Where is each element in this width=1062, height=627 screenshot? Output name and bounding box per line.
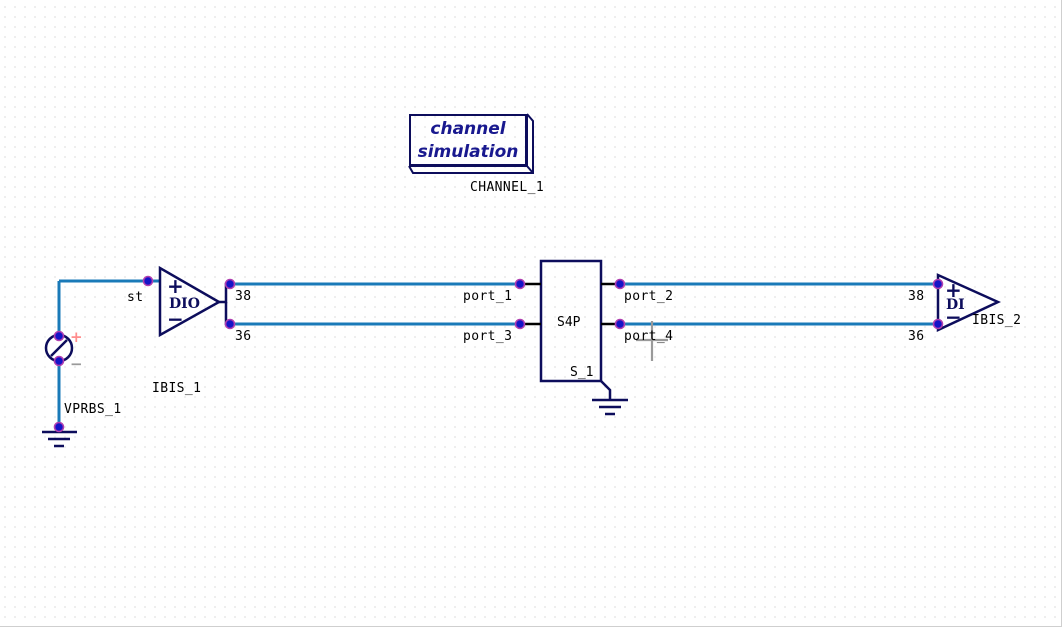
junction-dot [142,275,154,287]
ibis2-instance-label: IBIS_2 [972,313,1022,328]
junction-dot [614,278,626,290]
junction-dot [932,278,944,290]
s4p-instance-label: S_1 [570,365,594,380]
ibis1-minus-sign: − [167,307,184,331]
schematic-canvas[interactable]: channel simulation CHANNEL_1 + DIO − st … [0,0,1062,627]
s4p-pin-label-port-4: port_4 [624,329,674,344]
junction-dot [53,330,65,342]
junction-dot [53,355,65,367]
source-plus-sign: + [70,328,83,346]
junction-dot [224,318,236,330]
schematic-drawing-layer [42,113,1002,448]
junction-dot [224,278,236,290]
ibis2-minus-sign: − [945,305,962,329]
channel-title-line2: simulation [417,142,519,162]
ibis1-instance-label: IBIS_1 [152,381,202,396]
junction-dot [514,318,526,330]
channel-instance-label: CHANNEL_1 [470,180,545,195]
junction-dot [514,278,526,290]
s4p-pin-label-port-1: port_1 [463,289,513,304]
ibis1-pin-38-label: 38 [235,289,252,304]
junction-dot [53,421,65,433]
junction-dot [932,318,944,330]
ibis1-plus-sign: + [167,274,184,298]
channel-title-line1: channel [430,119,506,139]
ground-s4p-symbol[interactable] [592,398,628,416]
net-label-st: st [127,290,144,305]
channel-simulation-title: channel simulation [409,118,527,164]
source-minus-sign: − [70,355,83,373]
ibis1-pin-36-label: 36 [235,329,252,344]
s4p-pin-label-port-2: port_2 [624,289,674,304]
s4p-pin-label-port-3: port_3 [463,329,513,344]
ibis2-pin-38-label: 38 [908,289,925,304]
ibis2-pin-36-label: 36 [908,329,925,344]
s4p-type-label: S4P [557,315,581,330]
source-instance-label: VPRBS_1 [64,402,122,417]
junction-dot [614,318,626,330]
